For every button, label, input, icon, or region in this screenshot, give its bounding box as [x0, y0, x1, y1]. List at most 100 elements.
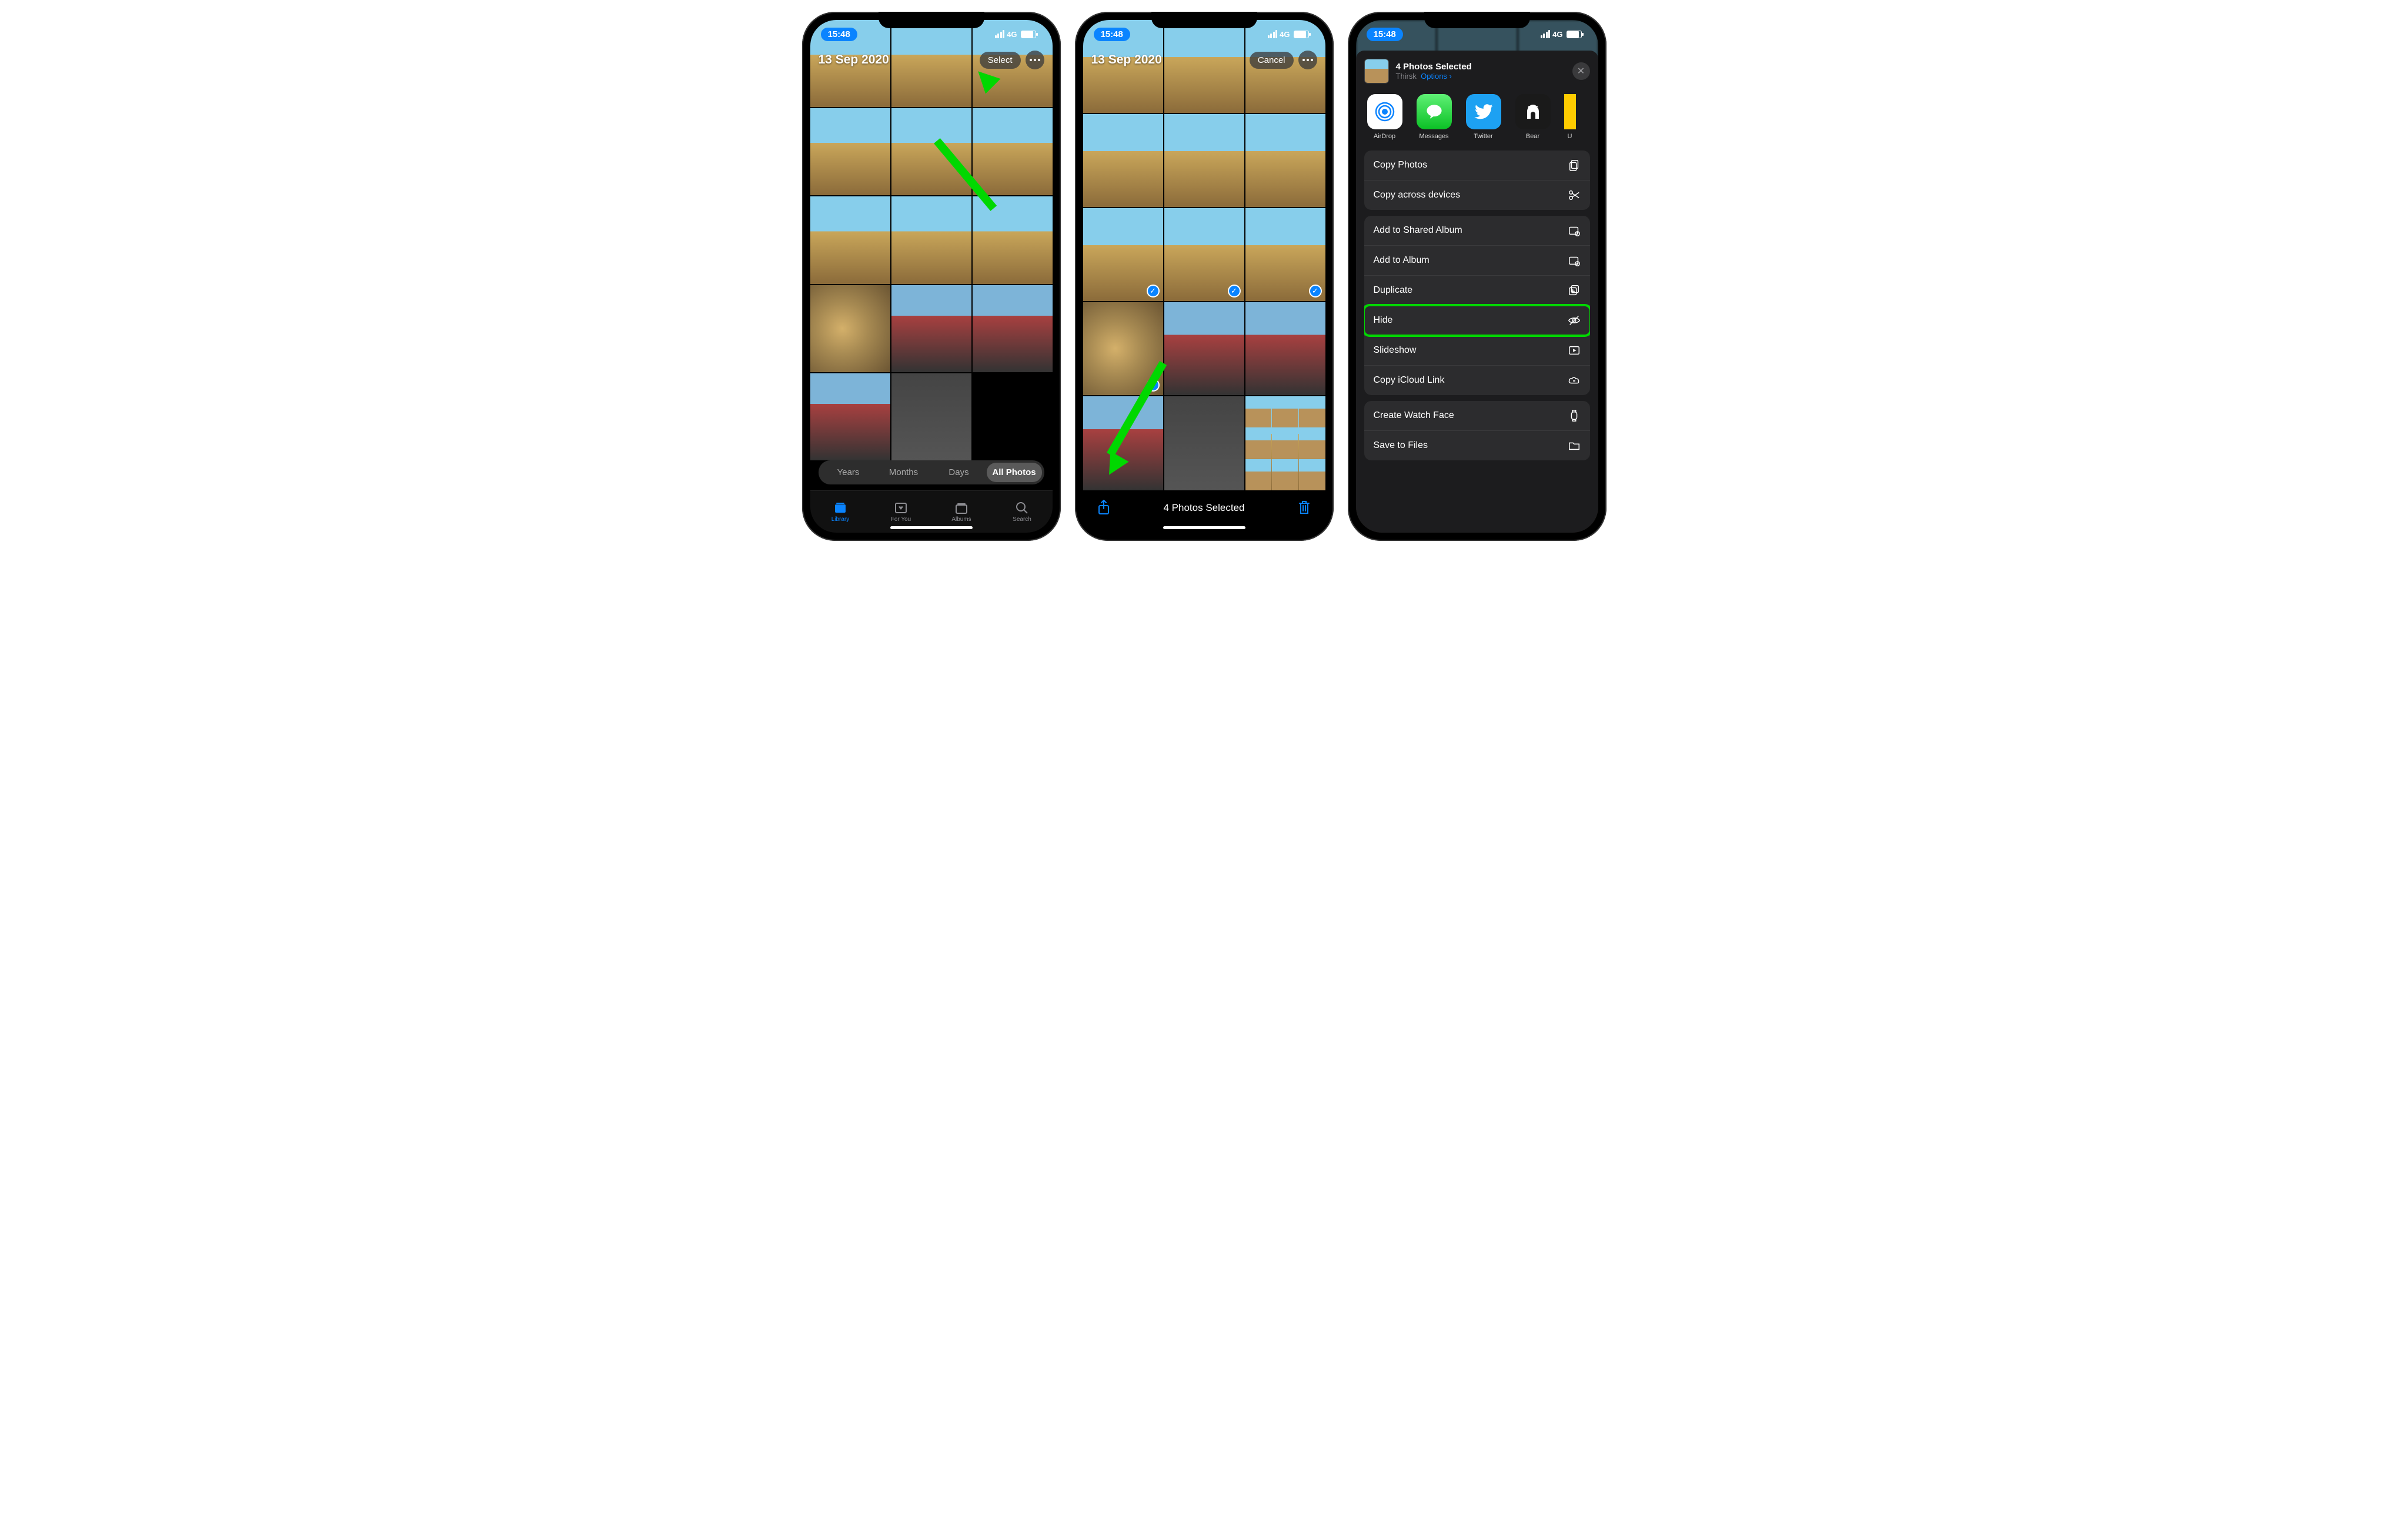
photo-thumb[interactable]	[1245, 114, 1325, 207]
photo-grid[interactable]: ✓ ✓ ✓ ✓	[1083, 20, 1325, 490]
action-slideshow[interactable]: Slideshow	[1364, 336, 1590, 366]
photo-thumb[interactable]	[973, 196, 1053, 283]
app-label: Bear	[1526, 133, 1539, 140]
date-title: 13 Sep 2020	[1091, 53, 1162, 67]
action-label: Slideshow	[1374, 345, 1417, 356]
action-label: Copy iCloud Link	[1374, 375, 1445, 386]
photo-thumb[interactable]	[1245, 302, 1325, 395]
photo-thumb[interactable]	[1164, 302, 1244, 395]
location-label: Thirsk	[1396, 72, 1417, 81]
action-save-files[interactable]: Save to Files	[1364, 431, 1590, 460]
albums-icon	[954, 501, 969, 515]
status-time: 15:48	[1094, 28, 1130, 41]
action-icloud-link[interactable]: Copy iCloud Link	[1364, 366, 1590, 395]
cloud-link-icon	[1568, 374, 1581, 387]
action-add-album[interactable]: Add to Album	[1364, 246, 1590, 276]
home-indicator[interactable]	[1163, 526, 1245, 529]
photo-thumb-selected[interactable]: ✓	[1245, 208, 1325, 301]
status-time: 15:48	[821, 28, 857, 41]
preview-thumbnail	[1364, 59, 1389, 83]
photo-thumb[interactable]	[973, 285, 1053, 372]
duplicate-icon	[1568, 284, 1581, 297]
photo-thumb[interactable]	[1164, 396, 1244, 490]
battery-icon	[1294, 31, 1309, 38]
tab-label: Albums	[951, 516, 971, 523]
app-messages[interactable]: Messages	[1416, 94, 1452, 140]
status-time: 15:48	[1367, 28, 1403, 41]
battery-icon	[1567, 31, 1582, 38]
photo-thumb[interactable]	[810, 196, 890, 283]
copy-icon	[1568, 159, 1581, 172]
photo-grid[interactable]	[810, 20, 1053, 460]
photos-header: 13 Sep 2020 Select	[810, 51, 1053, 69]
action-watch-face[interactable]: Create Watch Face	[1364, 401, 1590, 431]
app-label: Twitter	[1474, 133, 1492, 140]
app-bear[interactable]: Bear	[1515, 94, 1551, 140]
options-link[interactable]: Options ›	[1421, 72, 1452, 81]
photo-thumb[interactable]	[1164, 114, 1244, 207]
photo-thumb[interactable]	[891, 373, 971, 460]
tab-library[interactable]: Library	[810, 491, 871, 533]
close-icon: ✕	[1577, 65, 1585, 77]
slideshow-icon	[1568, 344, 1581, 357]
photo-thumb[interactable]	[891, 108, 971, 195]
photo-thumb[interactable]	[810, 108, 890, 195]
action-copy-photos[interactable]: Copy Photos	[1364, 151, 1590, 180]
app-label: AirDrop	[1374, 133, 1395, 140]
action-label: Hide	[1374, 315, 1393, 326]
view-segmented-control[interactable]: Years Months Days All Photos	[819, 460, 1044, 484]
share-apps-row[interactable]: AirDrop Messages Twitter	[1356, 91, 1598, 151]
photo-thumb-selected[interactable]: ✓	[1083, 208, 1163, 301]
photo-thumb[interactable]	[973, 373, 1053, 460]
photo-thumb[interactable]	[1245, 396, 1325, 490]
photo-thumb[interactable]	[810, 373, 890, 460]
action-label: Create Watch Face	[1374, 410, 1454, 421]
airdrop-icon	[1367, 94, 1402, 129]
action-copy-across-devices[interactable]: Copy across devices	[1364, 180, 1590, 210]
trash-icon	[1297, 499, 1312, 516]
photo-thumb-selected[interactable]: ✓	[1164, 208, 1244, 301]
action-duplicate[interactable]: Duplicate	[1364, 276, 1590, 306]
tab-search[interactable]: Search	[992, 491, 1053, 533]
shared-album-icon	[1568, 224, 1581, 237]
app-airdrop[interactable]: AirDrop	[1367, 94, 1403, 140]
photo-thumb[interactable]	[810, 285, 890, 372]
action-shared-album[interactable]: Add to Shared Album	[1364, 216, 1590, 246]
notch	[879, 12, 984, 28]
action-hide[interactable]: Hide	[1364, 306, 1590, 336]
photo-thumb[interactable]	[891, 285, 971, 372]
share-sheet: 4 Photos Selected Thirsk Options › ✕ Air…	[1356, 51, 1598, 533]
search-icon	[1014, 501, 1030, 515]
photo-thumb[interactable]	[1083, 396, 1163, 490]
segment-months[interactable]: Months	[876, 463, 931, 482]
annotation-highlight	[1364, 304, 1590, 337]
delete-button[interactable]	[1297, 499, 1312, 517]
more-button[interactable]	[1026, 51, 1044, 69]
app-label: U	[1568, 133, 1572, 140]
app-partial[interactable]: U	[1564, 94, 1576, 140]
segment-all-photos[interactable]: All Photos	[987, 463, 1042, 482]
select-button[interactable]: Select	[980, 52, 1021, 69]
home-indicator[interactable]	[890, 526, 973, 529]
more-button[interactable]	[1298, 51, 1317, 69]
selection-count-label: 4 Photos Selected	[1164, 502, 1245, 514]
watch-icon	[1568, 409, 1581, 422]
photo-thumb[interactable]	[891, 196, 971, 283]
action-label: Copy Photos	[1374, 160, 1428, 170]
check-icon: ✓	[1309, 285, 1322, 297]
app-twitter[interactable]: Twitter	[1465, 94, 1502, 140]
ellipsis-icon	[1030, 59, 1040, 61]
segment-days[interactable]: Days	[931, 463, 987, 482]
partial-app-icon	[1564, 94, 1576, 129]
close-button[interactable]: ✕	[1572, 62, 1590, 80]
cancel-button[interactable]: Cancel	[1250, 52, 1294, 69]
share-actions[interactable]: Copy Photos Copy across devices Add to S…	[1356, 151, 1598, 533]
action-group: Add to Shared Album Add to Album Duplica…	[1364, 216, 1590, 395]
app-label: Messages	[1419, 133, 1448, 140]
action-group: Create Watch Face Save to Files	[1364, 401, 1590, 460]
photo-thumb[interactable]	[973, 108, 1053, 195]
share-button[interactable]	[1096, 499, 1111, 517]
photo-thumb[interactable]	[1083, 114, 1163, 207]
segment-years[interactable]: Years	[821, 463, 876, 482]
signal-icon	[1541, 30, 1551, 38]
